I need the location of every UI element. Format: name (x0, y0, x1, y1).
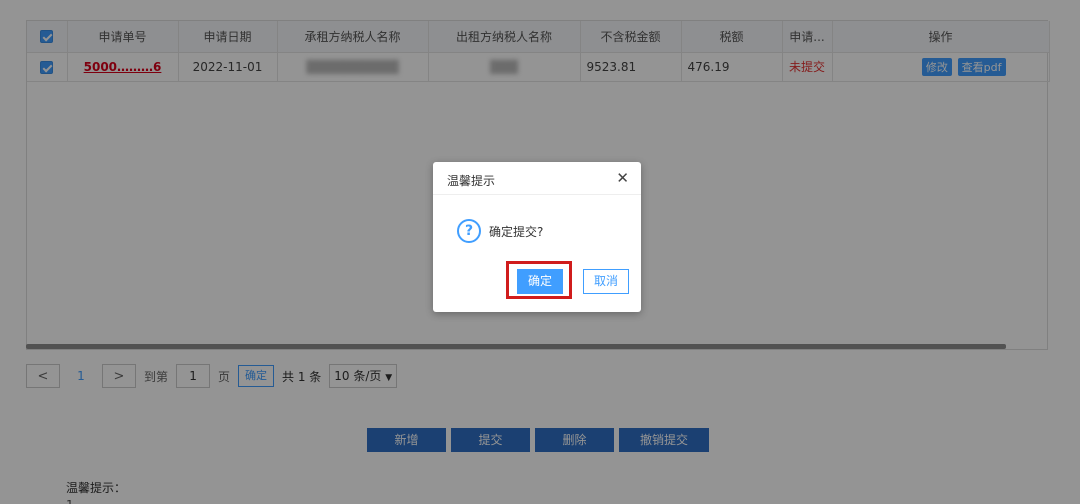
question-icon: ? (457, 219, 481, 243)
dialog-confirm-button[interactable]: 确定 (517, 269, 563, 294)
dialog-divider (433, 194, 641, 195)
close-icon[interactable]: ✕ (616, 169, 629, 187)
dialog-title: 温馨提示 (447, 174, 496, 188)
dialog-cancel-button[interactable]: 取消 (583, 269, 629, 294)
confirm-dialog: 温馨提示 ✕ ? 确定提交? 确定 取消 (433, 162, 641, 312)
dialog-message: 确定提交? (489, 225, 544, 239)
